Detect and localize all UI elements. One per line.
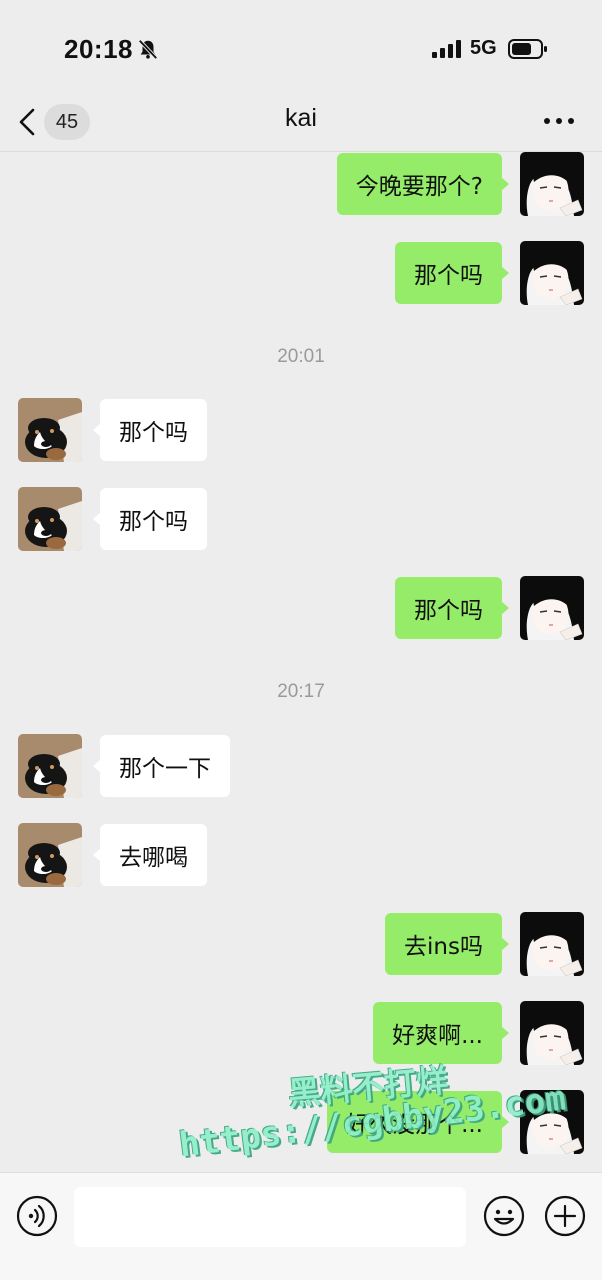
outgoing-message: 今晚要那个? <box>0 152 602 216</box>
outgoing-message: 好爽啊... <box>0 1001 602 1065</box>
message-bubble[interactable]: 那个吗 <box>93 488 207 550</box>
incoming-message: 那个吗 <box>0 487 602 551</box>
message-timestamp: 20:01 <box>277 346 325 367</box>
message-input[interactable] <box>74 1187 466 1247</box>
input-bar <box>0 1172 602 1280</box>
incoming-message: 去哪喝 <box>0 823 602 887</box>
message-bubble[interactable]: 今晚要那个? <box>336 153 510 215</box>
my-avatar[interactable] <box>520 152 584 216</box>
outgoing-message: 那个吗 <box>0 576 602 640</box>
network-label: 5G <box>470 37 497 59</box>
bell-muted-icon <box>138 39 158 60</box>
contact-avatar[interactable] <box>18 734 82 798</box>
nav-bar: 45 kai <box>0 96 602 152</box>
outgoing-message: 那个吗 <box>0 241 602 305</box>
contact-avatar[interactable] <box>18 398 82 462</box>
voice-icon[interactable] <box>16 1195 58 1237</box>
incoming-message: 那个吗 <box>0 398 602 462</box>
my-avatar[interactable] <box>520 241 584 305</box>
status-time: 20:18 <box>64 34 133 64</box>
contact-avatar[interactable] <box>18 487 82 551</box>
message-bubble[interactable]: 去ins吗 <box>385 913 509 975</box>
message-timestamp: 20:17 <box>277 681 325 702</box>
message-bubble[interactable]: 好久没那个... <box>327 1091 509 1153</box>
message-bubble[interactable]: 好爽啊... <box>373 1002 509 1064</box>
message-bubble[interactable]: 那个吗 <box>395 577 509 639</box>
my-avatar[interactable] <box>520 576 584 640</box>
message-bubble[interactable]: 去哪喝 <box>93 824 207 886</box>
outgoing-message: 去ins吗 <box>0 912 602 976</box>
more-dots-icon[interactable] <box>540 106 578 136</box>
my-avatar[interactable] <box>520 1001 584 1065</box>
my-avatar[interactable] <box>520 1090 584 1154</box>
contact-avatar[interactable] <box>18 823 82 887</box>
incoming-message: 那个一下 <box>0 734 602 798</box>
status-bar: 20:18 5G <box>0 0 602 96</box>
plus-icon[interactable] <box>544 1195 586 1237</box>
signal-icon <box>432 40 461 58</box>
message-bubble[interactable]: 那个吗 <box>93 399 207 461</box>
chat-title: kai <box>285 104 317 132</box>
my-avatar[interactable] <box>520 912 584 976</box>
message-bubble[interactable]: 那个吗 <box>395 242 509 304</box>
message-bubble[interactable]: 那个一下 <box>93 735 230 797</box>
emoji-icon[interactable] <box>483 1195 525 1237</box>
chat-message-list[interactable]: 今晚要那个? 那个吗 20:01 那个吗 那个吗 那个吗 20:17 那个一下 去哪喝 去ins吗… <box>0 152 602 1172</box>
battery-icon <box>508 39 547 59</box>
outgoing-message: 好久没那个... <box>0 1090 602 1154</box>
